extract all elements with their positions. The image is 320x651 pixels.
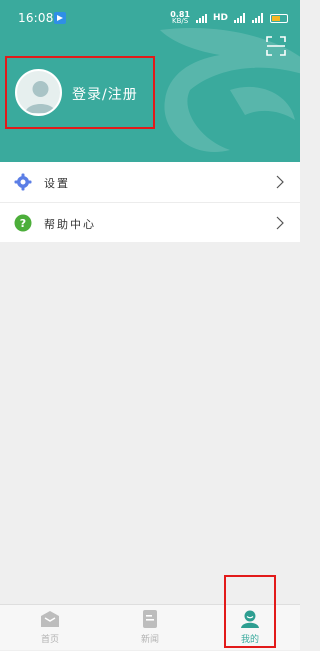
battery-icon: [270, 13, 288, 23]
gear-icon: [14, 173, 32, 191]
chevron-right-icon: [276, 175, 284, 189]
tab-home[interactable]: 首页: [0, 605, 100, 651]
svg-text:?: ?: [20, 217, 26, 230]
tab-label: 新闻: [140, 635, 159, 645]
tab-news[interactable]: 新闻: [100, 605, 200, 651]
network-speed: 0.81 KB/S: [170, 10, 190, 25]
login-register-label[interactable]: 登录/注册: [72, 84, 138, 104]
menu-item-help-center[interactable]: ? 帮助中心: [0, 202, 300, 242]
highlight-box: [224, 575, 276, 648]
status-bar: 16:08 0.81 KB/S HD: [0, 0, 300, 36]
scan-icon[interactable]: [266, 36, 286, 56]
avatar[interactable]: [15, 69, 62, 116]
menu-item-label: 设置: [44, 177, 70, 190]
default-avatar-icon: [25, 81, 56, 113]
tab-label: 首页: [40, 635, 59, 645]
status-time: 16:08: [18, 11, 54, 25]
news-icon: [143, 610, 157, 628]
login-register-entry[interactable]: 登录/注册: [5, 56, 155, 129]
signal-strength-icon: [195, 13, 207, 23]
menu-list: 设置 ? 帮助中心: [0, 162, 300, 242]
hd-indicator: HD: [212, 13, 228, 23]
cell-signal-2-icon: [252, 13, 263, 23]
help-icon: ?: [14, 214, 32, 232]
app-notification-icon: [54, 12, 66, 24]
menu-item-label: 帮助中心: [44, 218, 96, 231]
home-icon: [41, 611, 59, 627]
cell-signal-1-icon: [234, 13, 245, 23]
profile-header: 16:08 0.81 KB/S HD 登录/注册: [0, 0, 300, 162]
chevron-right-icon: [276, 216, 284, 230]
menu-item-settings[interactable]: 设置: [0, 162, 300, 202]
